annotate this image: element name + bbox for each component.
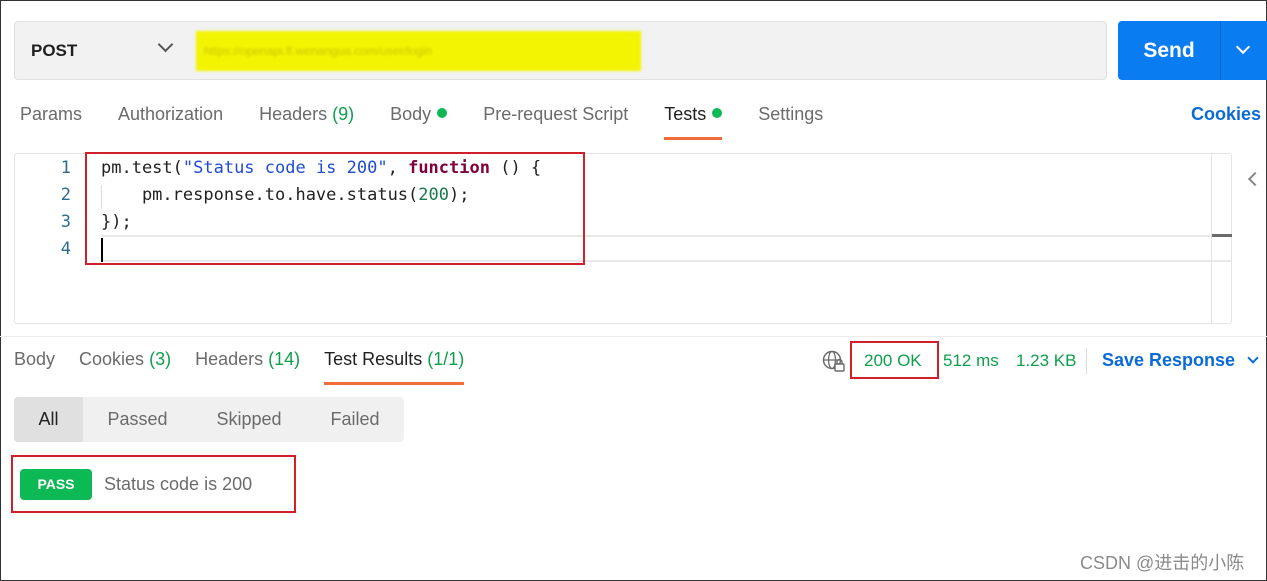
save-response-label: Save Response [1102, 350, 1236, 370]
response-tab-headers[interactable]: Headers (14) [195, 349, 300, 385]
response-size[interactable]: 1.23 KB [1016, 351, 1077, 371]
annotation-box-result [11, 455, 296, 513]
globe-lock-icon[interactable] [822, 350, 846, 374]
filter-failed[interactable]: Failed [306, 397, 404, 442]
tab-headers[interactable]: Headers (9) [259, 104, 354, 140]
tab-settings[interactable]: Settings [758, 104, 823, 140]
tab-pre-request-script[interactable]: Pre-request Script [483, 104, 628, 140]
tab-label: Settings [758, 104, 824, 124]
request-tabs: Params Authorization Headers (9) Body Pre-re… [20, 104, 859, 140]
filter-passed[interactable]: Passed [83, 397, 192, 442]
tab-label: Params [20, 104, 83, 124]
modified-dot-icon [437, 108, 448, 118]
tab-count: (14) [268, 349, 301, 369]
url-input[interactable]: https://openapi.fl.wenangua.com/user/log… [187, 21, 1107, 80]
meta-separator [1086, 348, 1087, 374]
tab-label: Body [390, 104, 432, 124]
method-select[interactable]: POST [14, 21, 188, 80]
filter-all[interactable]: All [14, 397, 83, 442]
tab-label: Authorization [118, 104, 224, 124]
tab-label: Headers [259, 104, 328, 124]
tab-count: (3) [149, 349, 172, 369]
cookies-link[interactable]: Cookies [1191, 104, 1261, 125]
send-button[interactable]: Send [1118, 39, 1220, 63]
editor-scrollbar[interactable] [1211, 154, 1232, 323]
send-options-button[interactable] [1221, 21, 1267, 80]
watermark: CSDN @进击的小陈 [1080, 553, 1245, 573]
tab-params[interactable]: Params [20, 104, 82, 140]
tab-label: Body [14, 349, 56, 369]
line-number: 1 [60, 158, 71, 178]
tab-label: Headers [195, 349, 264, 369]
tab-label: Pre-request Script [483, 104, 629, 124]
modified-dot-icon [712, 108, 723, 118]
annotation-box-status [850, 341, 939, 379]
test-result-filters: All Passed Skipped Failed [14, 397, 404, 442]
filter-skipped[interactable]: Skipped [192, 397, 306, 442]
send-button-group[interactable]: Send [1118, 21, 1267, 80]
tab-body[interactable]: Body [390, 104, 448, 140]
tab-tests[interactable]: Tests [664, 104, 723, 140]
response-tabs: Body Cookies (3) Headers (14) Test Results … [14, 349, 488, 385]
save-response-button[interactable]: Save Response [1102, 350, 1259, 371]
tab-authorization[interactable]: Authorization [118, 104, 223, 140]
chevron-down-icon [1235, 39, 1251, 55]
line-number: 2 [60, 185, 71, 205]
tab-label: Test Results [324, 349, 423, 369]
line-number: 3 [60, 212, 71, 232]
response-tab-body[interactable]: Body [14, 349, 55, 385]
method-label: POST [31, 40, 78, 60]
annotation-box-code [85, 152, 585, 265]
chevron-down-icon [157, 36, 174, 53]
url-text-highlighted: https://openapi.fl.wenangua.com/user/log… [196, 31, 641, 71]
tab-label: Tests [664, 104, 707, 124]
tab-label: Cookies [79, 349, 145, 369]
response-tab-cookies[interactable]: Cookies (3) [79, 349, 171, 385]
response-time[interactable]: 512 ms [943, 351, 999, 371]
response-tab-test-results[interactable]: Test Results (1/1) [324, 349, 465, 385]
chevron-down-icon [1247, 352, 1259, 364]
section-divider [0, 336, 1267, 337]
line-number: 4 [60, 239, 71, 259]
tab-count: (9) [332, 104, 355, 124]
scrollbar-thumb[interactable] [1212, 234, 1232, 237]
tab-count: (1/1) [427, 349, 465, 369]
